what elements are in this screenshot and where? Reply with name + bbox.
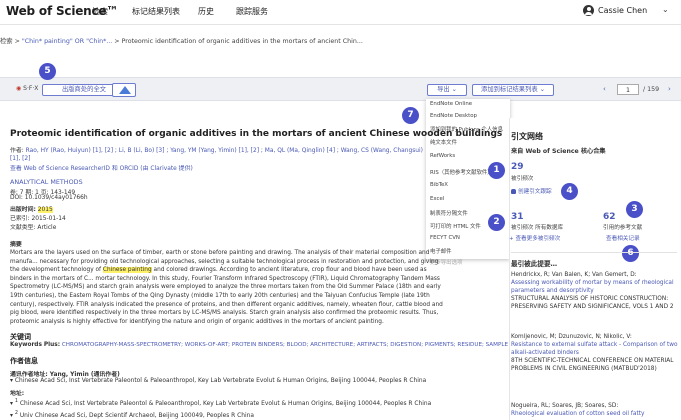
export-option-tab-delimited[interactable]: 制表符分隔文件 <box>430 209 468 217</box>
annotation-3: 3 <box>626 201 643 218</box>
citing-article-1-title[interactable]: Assessing workability of mortar by means… <box>511 279 679 295</box>
highlight-chinese-painting: Chinese painting <box>102 267 152 274</box>
citation-network-title: 引文网络 <box>511 132 543 141</box>
export-dropdown-menu: EndNote Online EndNote Desktop 添加到我的 Pub… <box>426 99 510 266</box>
annotation-2: 2 <box>488 214 505 231</box>
breadcrumb-search[interactable]: 检索 > <box>0 38 20 45</box>
corresponding-author: 通讯作者地址: Yang, Yimin (通讯作者) <box>10 372 120 378</box>
view-related-records-link[interactable]: 查看相关记录 <box>606 234 640 242</box>
view-more-citations-link[interactable]: + 查看更多被引频次 <box>509 234 560 242</box>
corresponding-address: ▾ Chinese Acad Sci, Inst Vertebrate Pale… <box>10 378 427 384</box>
export-option-excel[interactable]: Excel <box>430 196 444 202</box>
indexed-date: 已索引: 2015-01-14 <box>10 216 66 222</box>
export-option-refworks[interactable]: RefWorks <box>430 153 455 159</box>
annotation-7: 7 <box>402 107 419 124</box>
annotation-5: 5 <box>39 63 56 80</box>
citation-source: 来自 Web of Science 核心合集 <box>511 148 606 155</box>
citing-article-2: Komljenovic, M; Dzunuzovic, N; Nikolic, … <box>511 334 679 372</box>
bell-icon <box>511 189 516 194</box>
nav-search[interactable]: 检索 <box>92 6 108 17</box>
authors-line: 作者: Rao, HY (Rao, Huiyun) [1], [2] ; Li,… <box>10 148 423 162</box>
authors-links[interactable]: Rao, HY (Rao, Huiyun) [1], [2] ; Li, B (… <box>10 148 423 162</box>
previous-record-icon[interactable]: ‹ <box>603 85 606 93</box>
citing-article-3-title[interactable]: Rheological evaluation of cotton seed oi… <box>511 410 679 418</box>
export-option-html[interactable]: 可打印的 HTML 文件 <box>430 222 481 230</box>
times-cited-label: 被引频次 <box>511 176 534 182</box>
export-option-endnote-desktop[interactable]: EndNote Desktop <box>430 113 477 119</box>
address-heading: 地址: <box>10 391 25 397</box>
nav-alerts[interactable]: 跟踪服务 <box>236 6 268 17</box>
user-name[interactable]: Cassie Chen <box>598 6 647 15</box>
nav-history[interactable]: 历史 <box>198 6 214 17</box>
journal-name[interactable]: ANALYTICAL METHODS <box>10 178 83 186</box>
export-option-endnote-online[interactable]: EndNote Online <box>430 101 472 107</box>
nav-marked-list[interactable]: 标记结果列表 <box>132 6 180 17</box>
author-info-heading: 作者信息 <box>10 357 38 365</box>
address-1: ▾ 1 Chinese Acad Sci, Inst Vertebrate Pa… <box>10 398 432 407</box>
keywords-plus-links[interactable]: CHROMATOGRAPHY-MASS-SPECTROMETRY; WORKS-… <box>62 342 508 348</box>
record-number-input[interactable]: 1 <box>617 84 639 95</box>
abstract-heading: 摘要 <box>10 242 22 248</box>
export-option-ris[interactable]: RIS（其他参考文献软件） <box>430 168 493 176</box>
keywords-heading: 关键词 <box>10 333 31 341</box>
sfx-link[interactable]: ◉ S·F·X <box>16 85 38 92</box>
document-type: 文献类型: Article <box>10 225 57 231</box>
mendeley-icon <box>119 86 131 94</box>
citing-article-1: Hendrickx, R; Van Balen, K; Van Gemert, … <box>511 271 679 311</box>
export-button[interactable]: 导出 ⌄ <box>427 84 467 96</box>
export-option-bibtex[interactable]: BibTeX <box>430 182 448 188</box>
export-option-plain-text[interactable]: 纯文本文件 <box>430 138 457 146</box>
all-db-cited-count[interactable]: 31 <box>511 212 524 222</box>
next-record-icon[interactable]: › <box>668 85 671 93</box>
mendeley-button[interactable] <box>112 83 136 97</box>
citing-article-3: Nogueira, RL; Soares, JB; Soares, SD: Rh… <box>511 402 679 418</box>
all-db-cited-label: 被引频次 所有数据库 <box>511 225 564 231</box>
record-total: / 159 <box>643 86 660 93</box>
doi: DOI: 10.1039/c4ay01766h <box>10 195 88 201</box>
user-avatar-icon[interactable] <box>583 5 594 16</box>
citing-article-2-title[interactable]: Resistance to external sulfate attack - … <box>511 341 679 357</box>
address-2: ▾ 2 Univ Chinese Acad Sci, Dept Scientif… <box>10 410 254 419</box>
right-divider <box>511 252 677 253</box>
export-option-fecyt-cvn[interactable]: FECYT CVN <box>430 235 460 241</box>
chevron-down-icon[interactable]: ⌄ <box>662 5 669 14</box>
publication-year: 出版时间: 2015 <box>10 207 53 213</box>
breadcrumb-query-link[interactable]: "Chin* painting" OR "Chin*... <box>22 38 112 45</box>
breadcrumb-current: > Proteomic identification of organic ad… <box>114 38 363 45</box>
abstract-text: Mortars are the layers used on the surfa… <box>10 250 443 325</box>
annotation-4: 4 <box>561 183 578 200</box>
view-researcherid-link[interactable]: 查看 Web of Science ResearcherID 和 ORCID (… <box>10 163 193 172</box>
times-cited-count[interactable]: 29 <box>511 162 524 172</box>
create-citation-alert-link[interactable]: 创建引文跟踪 <box>511 187 552 195</box>
citation-network-panel <box>509 118 681 420</box>
cited-references-label: 引用的参考文献 <box>603 225 643 231</box>
add-to-marked-list-button[interactable]: 添加到标记结果列表 ⌄ <box>472 84 554 96</box>
citing-articles-heading: 最引被此提要… <box>511 260 558 268</box>
annotation-1: 1 <box>488 162 505 179</box>
cited-references-count[interactable]: 62 <box>603 212 616 222</box>
keywords-plus: Keywords Plus: CHROMATOGRAPHY-MASS-SPECT… <box>10 342 508 348</box>
breadcrumb: 检索 > "Chin* painting" OR "Chin*... > Pro… <box>0 36 363 45</box>
annotation-6: 6 <box>622 245 639 262</box>
article-title: Proteomic identification of organic addi… <box>10 129 503 139</box>
